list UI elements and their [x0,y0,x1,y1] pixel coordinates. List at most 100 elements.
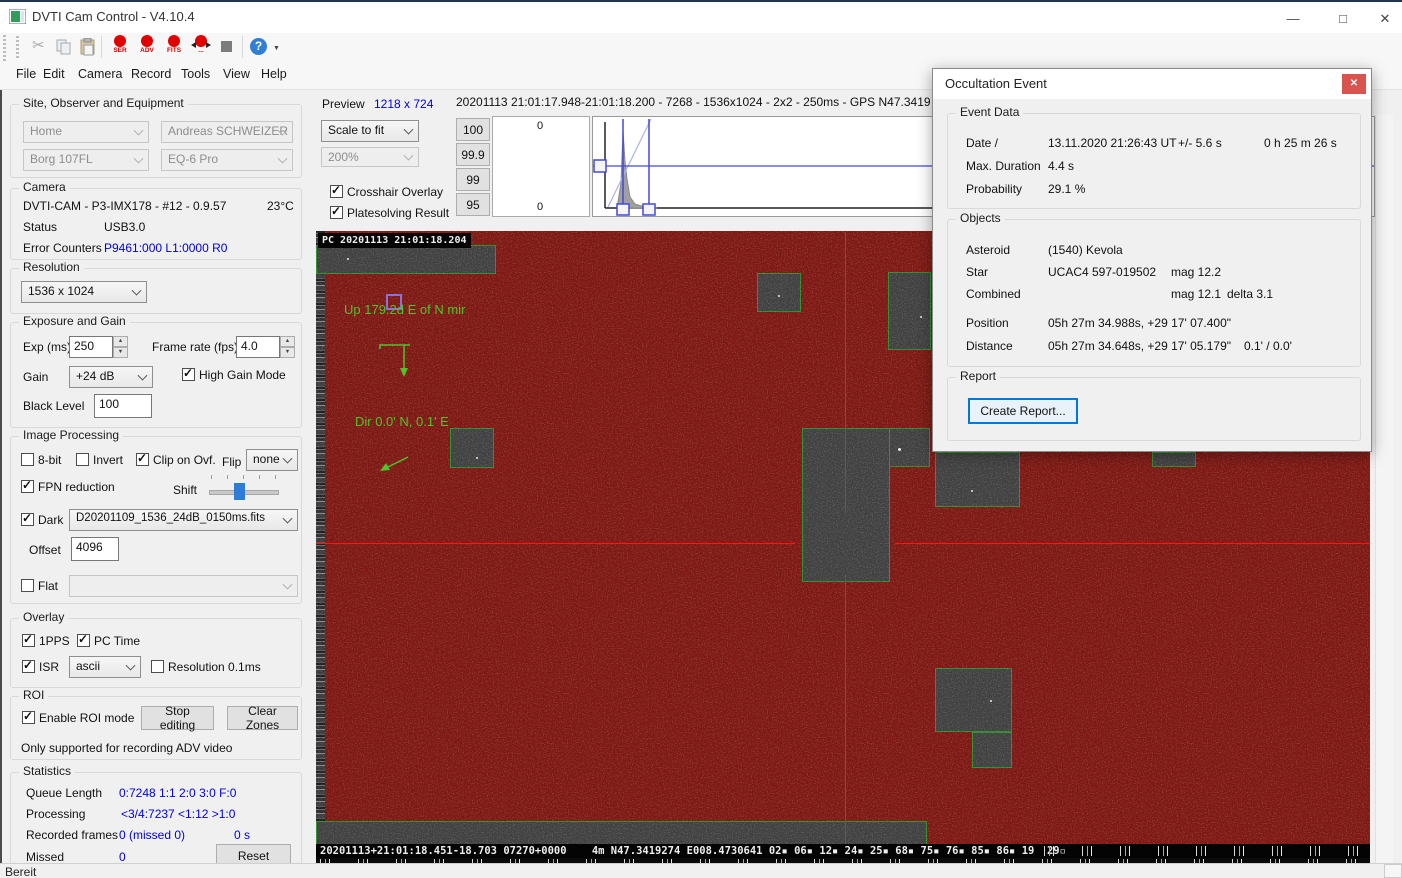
minimize-button[interactable]: — [1278,8,1308,30]
shift-slider-thumb[interactable] [234,483,245,500]
clear-zones-button[interactable]: Clear Zones [227,706,298,730]
flat-checkbox[interactable] [21,579,34,592]
roi-enable-checkbox[interactable]: ✓ [22,711,35,724]
menu-help[interactable]: Help [261,67,287,81]
asteroid-value: (1540) Kevola [1048,243,1123,257]
position-value: 05h 27m 34.988s, +29 17' 07.400" [1048,316,1231,330]
percentile-100-button[interactable]: 100 [456,118,490,141]
framerate-stepper[interactable]: ▲▼ [280,336,295,358]
check-icon: ✓ [22,478,32,492]
app-window: DVTI Cam Control - V4.10.4 — □ ✕ ✂ SER A… [0,0,1402,878]
combined-delta: delta 3.1 [1227,287,1273,301]
star-dot [990,700,992,702]
record-ser-button[interactable]: SER [107,35,133,60]
toolbar-overflow-caret-icon[interactable]: ▼ [273,45,280,52]
chevron-down-icon [138,371,148,381]
position-label: Position [966,316,1009,330]
percentile-99-button[interactable]: 99 [456,168,490,191]
record-trigger-button[interactable]: ... [188,35,214,60]
percentile-99_9-button[interactable]: 99.9 [456,143,490,166]
resolution01-checkbox[interactable] [151,660,164,673]
processing-value: <3/4:7237 <1:12 >1:0 [121,807,235,821]
framerate-label: Frame rate (fps) [152,340,238,354]
close-button[interactable]: ✕ [1370,8,1400,30]
menu-record[interactable]: Record [131,67,171,81]
gain-select[interactable]: +24 dB [69,366,153,388]
offset-label: Offset [29,543,61,557]
roi-zone [316,245,496,274]
exposure-stepper[interactable]: ▲▼ [113,336,128,358]
copy-icon[interactable] [56,39,72,55]
chevron-down-icon [132,286,142,296]
help-icon[interactable]: ? [250,38,267,55]
8bit-checkbox[interactable] [21,453,34,466]
group-title: ROI [19,688,48,702]
record-adv-button[interactable]: ADV [134,35,160,60]
histogram-stats-panel: 0 0 [492,116,590,217]
group-title: Event Data [956,105,1023,119]
record-fits-button[interactable]: FITS [161,35,187,60]
chevron-down-icon [404,125,414,135]
slider-tick [211,475,212,479]
roi-enable-label: Enable ROI mode [39,711,134,725]
group-report: Report Create Report... [947,377,1361,441]
isr-format-select[interactable]: ascii [69,656,141,678]
crosshair-overlay-checkbox[interactable]: ✓ [330,185,343,198]
stop-icon[interactable] [221,41,232,52]
chevron-down-icon [283,580,293,590]
menu-view[interactable]: View [223,67,250,81]
toolbar-drag-handle[interactable] [16,36,19,58]
star-magnitude: mag 12.2 [1171,265,1221,279]
fpn-checkbox[interactable]: ✓ [21,480,34,493]
group-objects: Objects Asteroid (1540) Kevola Star UCAC… [947,219,1361,367]
menu-tools[interactable]: Tools [181,67,210,81]
invert-checkbox[interactable] [76,453,89,466]
black-level-input[interactable]: 100 [94,394,152,418]
group-exposure-gain: Exposure and Gain Exp (ms) 250 ▲▼ Frame … [10,322,302,428]
roi-zone [935,452,1020,507]
crosshair-horizontal-line [316,543,795,544]
dialog-title-bar[interactable]: Occultation Event ✕ [933,69,1371,99]
percentile-95-button[interactable]: 95 [456,193,490,216]
menu-camera[interactable]: Camera [78,67,122,81]
dark-checkbox[interactable]: ✓ [21,513,34,526]
create-report-button[interactable]: Create Report... [968,398,1078,424]
clip-checkbox[interactable]: ✓ [136,453,149,466]
isr-checkbox[interactable]: ✓ [22,660,35,673]
menu-edit[interactable]: Edit [43,67,65,81]
slider-tick [227,475,228,479]
exposure-input[interactable]: 250 [69,336,113,358]
maximize-button[interactable]: □ [1328,8,1358,30]
mount-select: EQ-6 Pro [161,149,293,171]
chevron-down-icon [134,154,144,164]
group-statistics: Statistics Queue Length 0:7248 1:1 2:0 3… [10,772,302,868]
resize-grip[interactable] [1384,864,1402,878]
dark-file-select[interactable]: D20201109_1536_24dB_0150ms.fits [69,509,298,531]
scale-select[interactable]: Scale to fit [321,120,419,142]
menu-file[interactable]: File [16,67,36,81]
preview-vertical-scrollbar[interactable] [1375,115,1393,863]
dialog-close-button[interactable]: ✕ [1342,74,1366,94]
camera-temperature: 23°C [267,199,294,213]
countdown-value: 0 h 25 m 26 s [1264,136,1337,150]
record-dot-icon [168,35,180,47]
platesolving-checkbox[interactable]: ✓ [330,206,343,219]
frame-info: 20201113 21:01:17.948-21:01:18.200 - 726… [456,95,930,109]
flip-select[interactable]: none [246,449,298,471]
camera-status-label: Status [23,220,57,234]
recorded-frames-value: 0 (missed 0) [119,828,185,842]
offset-input[interactable]: 4096 [71,537,119,561]
resolution-select[interactable]: 1536 x 1024 [21,281,147,303]
probability-label: Probability [966,182,1022,196]
record-adv-label: ADV [134,47,160,55]
high-gain-checkbox[interactable]: ✓ [182,368,195,381]
group-resolution: Resolution 1536 x 1024 [10,268,302,314]
1pps-checkbox[interactable]: ✓ [22,634,35,647]
framerate-input[interactable]: 4.0 [236,336,280,358]
distance-offset: 0.1' / 0.0' [1244,339,1292,353]
paste-icon[interactable] [80,38,96,56]
stop-editing-button[interactable]: Stop editing [141,706,214,730]
cut-icon[interactable]: ✂ [32,36,45,54]
max-duration-value: 4.4 s [1048,159,1074,173]
pctime-checkbox[interactable]: ✓ [77,634,90,647]
